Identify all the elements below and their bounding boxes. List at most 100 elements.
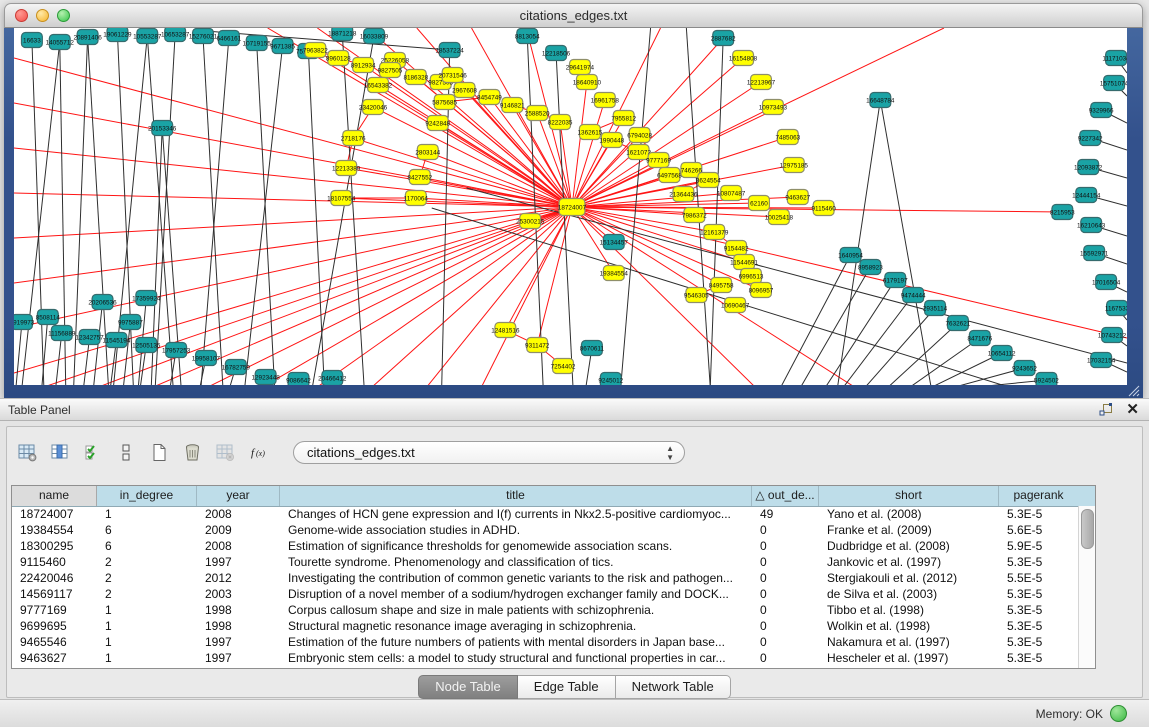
- network-node[interactable]: 1640954: [838, 248, 863, 263]
- network-node[interactable]: 8427552: [407, 170, 432, 185]
- network-node[interactable]: 62160: [749, 196, 770, 211]
- network-node[interactable]: 18871218: [328, 28, 357, 41]
- network-node[interactable]: 12213967: [747, 75, 776, 90]
- network-node[interactable]: 10553287: [133, 29, 162, 44]
- network-node[interactable]: 7963822: [303, 43, 328, 58]
- table-row[interactable]: 977716911998Corpus callosum shape and si…: [12, 602, 1078, 618]
- network-node[interactable]: 10807487: [717, 186, 746, 201]
- network-node[interactable]: 12342757: [75, 330, 104, 345]
- network-node[interactable]: 8471676: [967, 331, 992, 346]
- network-node[interactable]: 19384554: [600, 266, 629, 281]
- network-node[interactable]: 10025418: [765, 210, 794, 225]
- network-node[interactable]: 12213389: [332, 161, 361, 176]
- column-select-icon[interactable]: [46, 438, 74, 466]
- new-column-icon[interactable]: [145, 438, 173, 466]
- row-select-icon[interactable]: [79, 438, 107, 466]
- network-node[interactable]: 17957253: [162, 343, 191, 358]
- network-node[interactable]: 18107554: [327, 191, 356, 206]
- delete-column-icon[interactable]: [178, 438, 206, 466]
- network-node[interactable]: 9245012: [598, 373, 623, 386]
- network-node[interactable]: 29641974: [566, 60, 595, 75]
- network-node[interactable]: 9546305: [684, 288, 709, 303]
- network-node[interactable]: 9115460: [811, 201, 836, 216]
- network-node[interactable]: 6466161: [216, 31, 241, 46]
- network-node[interactable]: 2588520: [525, 106, 550, 121]
- table-row[interactable]: 1456911722003Disruption of a novel membe…: [12, 586, 1078, 602]
- close-window-button[interactable]: [15, 9, 28, 22]
- network-node[interactable]: 2718176: [341, 131, 366, 146]
- table-options-icon[interactable]: [13, 438, 41, 466]
- network-node[interactable]: 8495758: [709, 278, 734, 293]
- network-node[interactable]: 12505135: [132, 338, 161, 353]
- minimize-window-button[interactable]: [36, 9, 49, 22]
- network-node[interactable]: 10719155: [243, 36, 272, 51]
- network-node[interactable]: 9827505: [378, 63, 403, 78]
- column-header-name[interactable]: name: [12, 486, 97, 506]
- table-row[interactable]: 1830029562008Estimation of significance …: [12, 538, 1078, 554]
- network-node[interactable]: 2887682: [711, 31, 736, 46]
- network-node[interactable]: 9777169: [646, 153, 671, 168]
- network-node[interactable]: 16633: [21, 33, 42, 48]
- network-node[interactable]: 9463627: [785, 190, 810, 205]
- network-node[interactable]: 8454749: [477, 90, 502, 105]
- column-header-in_degree[interactable]: in_degree: [97, 486, 197, 506]
- scrollbar-thumb[interactable]: [1081, 509, 1094, 549]
- network-node[interactable]: 8670611: [580, 341, 605, 356]
- network-node[interactable]: 9671385: [270, 39, 295, 54]
- network-node[interactable]: 3919973: [14, 315, 35, 330]
- network-node[interactable]: 5875685: [432, 95, 457, 110]
- network-node[interactable]: 8222035: [548, 115, 573, 130]
- network-node[interactable]: 12923448: [251, 370, 280, 385]
- network-node[interactable]: 12481516: [491, 323, 520, 338]
- network-view[interactable]: 16633 14055712208914061906122910553287 106…: [14, 28, 1127, 385]
- network-node[interactable]: 8186328: [403, 70, 428, 85]
- network-node[interactable]: 12093872: [1074, 160, 1103, 175]
- network-node[interactable]: 7955812: [611, 111, 636, 126]
- network-node[interactable]: 5924502: [1034, 373, 1059, 386]
- network-node[interactable]: 9146821: [500, 98, 525, 113]
- network-node[interactable]: 14055712: [46, 35, 75, 50]
- table-row[interactable]: 2242004622012Investigating the contribut…: [12, 570, 1078, 586]
- network-node[interactable]: 9242848: [425, 116, 450, 131]
- network-node[interactable]: 11156889: [48, 326, 76, 341]
- network-node[interactable]: 20891406: [73, 30, 102, 45]
- network-node[interactable]: 19061229: [103, 28, 132, 42]
- table-row[interactable]: 911546021997Tourette syndrome. Phenomeno…: [12, 554, 1078, 570]
- function-builder-icon[interactable]: f(x): [244, 438, 272, 466]
- network-node[interactable]: 1167533: [1105, 301, 1127, 316]
- float-panel-icon[interactable]: [1099, 403, 1114, 417]
- tab-network-table[interactable]: Network Table: [616, 675, 731, 699]
- network-node[interactable]: 3624554: [696, 173, 721, 188]
- network-node[interactable]: 8215953: [1050, 205, 1075, 220]
- tab-node-table[interactable]: Node Table: [418, 675, 518, 699]
- network-node[interactable]: 7986372: [682, 208, 707, 223]
- network-node[interactable]: 9975887: [118, 315, 143, 330]
- network-node[interactable]: 16210643: [1077, 218, 1106, 233]
- network-node[interactable]: 16033809: [360, 29, 389, 44]
- resize-grip-icon[interactable]: [1127, 385, 1141, 397]
- table-row[interactable]: 1938455462009Genome-wide association stu…: [12, 522, 1078, 538]
- table-selector-dropdown[interactable]: citations_edges.txt ▲▼: [293, 441, 685, 464]
- network-node[interactable]: 18724007: [558, 199, 587, 216]
- network-node[interactable]: 21364436: [669, 187, 698, 202]
- column-header-year[interactable]: year: [197, 486, 280, 506]
- network-node[interactable]: 7254402: [551, 359, 576, 374]
- network-node[interactable]: 8912934: [351, 58, 376, 73]
- network-node[interactable]: 20466412: [318, 371, 347, 386]
- network-node[interactable]: 9329966: [1089, 103, 1114, 118]
- network-node[interactable]: 8958923: [858, 260, 883, 275]
- network-node[interactable]: 1990448: [599, 133, 624, 148]
- network-node[interactable]: 2967608: [452, 83, 477, 98]
- column-header-title[interactable]: title: [280, 486, 752, 506]
- network-node[interactable]: 19958107: [192, 351, 221, 366]
- network-node[interactable]: 16154808: [729, 51, 758, 66]
- network-node[interactable]: 11545194: [103, 333, 131, 348]
- network-node[interactable]: 10654112: [988, 346, 1016, 361]
- network-node[interactable]: 2935114: [923, 301, 948, 316]
- tab-edge-table[interactable]: Edge Table: [518, 675, 616, 699]
- column-header-pagerank[interactable]: pagerank: [999, 486, 1078, 506]
- network-node[interactable]: 9227342: [1078, 131, 1103, 146]
- network-node[interactable]: 15134457: [600, 235, 629, 250]
- network-node[interactable]: 12975185: [780, 158, 809, 173]
- network-node[interactable]: 10743212: [1098, 328, 1127, 343]
